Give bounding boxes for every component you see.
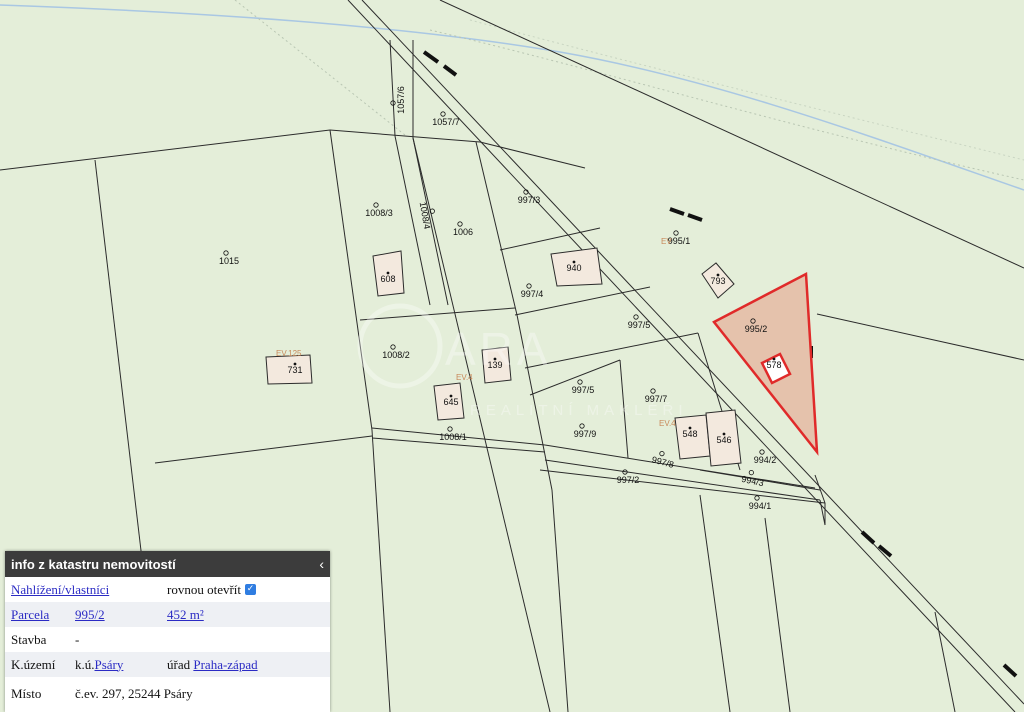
building-label: 940 (566, 263, 581, 273)
building-marker-icon (722, 432, 726, 436)
ku-prefix: k.ú. (75, 656, 95, 672)
building-marker-icon (572, 260, 576, 264)
building-marker-icon (493, 357, 497, 361)
building-marker-icon (716, 273, 720, 277)
nahlizeni-link[interactable]: Nahlížení/vlastníci (11, 582, 167, 598)
parcel-label: 995/2 (745, 324, 768, 334)
open-directly-checkbox[interactable]: ✓ (245, 584, 257, 595)
building-label: 578 (766, 360, 781, 370)
parcel-number-link[interactable]: 995/2 (75, 607, 167, 623)
ev-label: EV.125 (276, 349, 302, 358)
open-directly-label: rovnou otevřít (167, 581, 242, 597)
parcel-label: 994/1 (749, 501, 772, 511)
building-marker-icon (772, 357, 776, 361)
chevron-left-icon[interactable]: ‹ (319, 556, 324, 572)
parcel-area-link[interactable]: 452 m² (167, 607, 330, 623)
parcel-label: 997/3 (518, 195, 541, 205)
building-label: 793 (710, 276, 725, 286)
urad-label: úřad (167, 656, 191, 672)
row-parcela: Parcela 995/2 452 m² (5, 602, 330, 627)
building-label: 731 (287, 365, 302, 375)
misto-value: č.ev. 297, 25244 Psáry (75, 686, 193, 701)
building-label: 608 (380, 274, 395, 284)
parcel-label: 1057/7 (432, 117, 460, 127)
kuzemi-value: k.ú.Psáry (75, 657, 167, 673)
urad-value: úřad Praha-západ (167, 657, 330, 673)
parcel-label: 1008/1 (439, 432, 467, 442)
building-label: 645 (443, 397, 458, 407)
building-marker-icon (688, 426, 692, 430)
panel-title: info z katastru nemovitostí (11, 556, 176, 572)
parcel-label: 1008/3 (365, 208, 393, 218)
ev-label: EV.4 (456, 373, 473, 382)
row-stavba: Stavba - (5, 627, 330, 652)
stavba-value: - (75, 631, 80, 647)
parcel-label: 997/2 (617, 475, 640, 485)
kuzemi-label: K.území (11, 656, 56, 672)
ev-label: EV (661, 237, 672, 246)
cadastre-info-panel: info z katastru nemovitostí ‹ Nahlížení/… (5, 551, 330, 712)
parcel-label: 1057/6 (396, 86, 406, 114)
building-marker-icon (293, 362, 297, 366)
row-kuzemi: K.území k.ú.Psáry úřad Praha-západ (5, 652, 330, 677)
building-label: 139 (487, 360, 502, 370)
building-marker-icon (449, 394, 453, 398)
parcel-label: 997/5 (628, 320, 651, 330)
building-marker-icon (386, 271, 390, 275)
building-label: 546 (716, 435, 731, 445)
panel-header: info z katastru nemovitostí ‹ (5, 551, 330, 577)
urad-link[interactable]: Praha-západ (193, 657, 257, 672)
parcela-link[interactable]: Parcela (11, 607, 75, 623)
parcel-label: 1006 (453, 227, 473, 237)
uzemi-link[interactable]: Psáry (95, 657, 124, 672)
parcel-label: 1008/2 (382, 350, 410, 360)
misto-label: Místo (11, 686, 42, 701)
parcel-label: 997/7 (645, 394, 668, 404)
building-label: 548 (682, 429, 697, 439)
parcel-label: 994/2 (754, 455, 777, 465)
stavba-label: Stavba (11, 631, 47, 647)
row-misto: Místo č.ev. 297, 25244 Psáry (5, 677, 330, 711)
parcel-label: 997/9 (574, 429, 597, 439)
row-nahlizeni: Nahlížení/vlastníci rovnou otevřít ✓ (5, 577, 330, 602)
watermark-tagline: REALITNÍ MAKLÉŘI (470, 402, 688, 419)
parcel-label: 997/5 (572, 385, 595, 395)
parcel-label: 1015 (219, 256, 239, 266)
parcel-label: 997/4 (521, 289, 544, 299)
ev-label: EV.4 (659, 419, 676, 428)
